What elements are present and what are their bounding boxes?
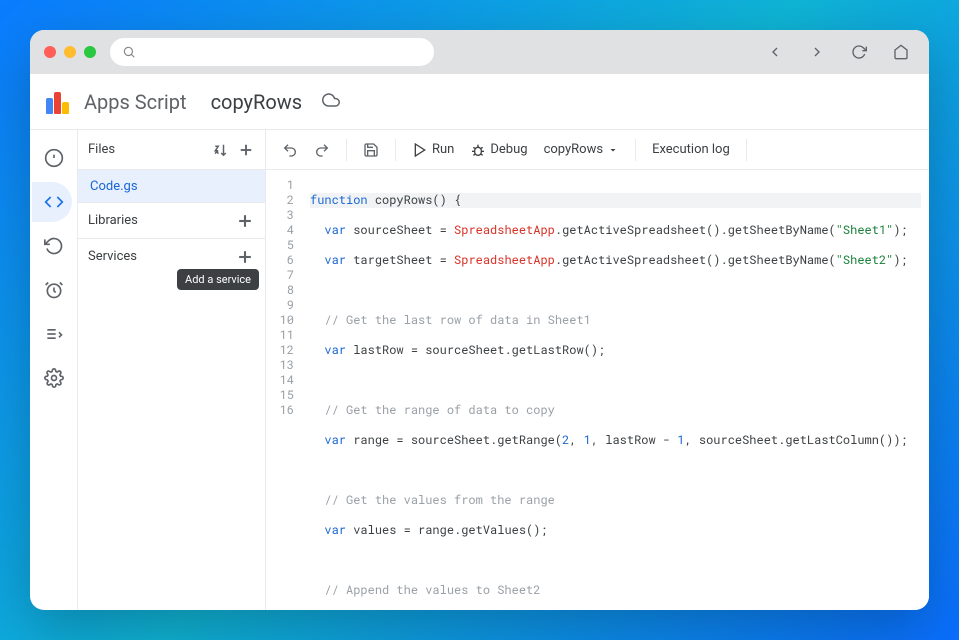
search-icon — [122, 45, 136, 59]
function-selected-label: copyRows — [544, 142, 604, 157]
editor-toolbar: Run Debug copyRows Execution log — [266, 130, 929, 170]
rail-deploy[interactable] — [32, 314, 72, 354]
close-window-button[interactable] — [44, 46, 56, 58]
services-label: Services — [88, 249, 137, 264]
reload-button[interactable] — [845, 38, 873, 66]
files-panel: Files Code.gs Libraries Services Add a s… — [78, 130, 266, 610]
function-select[interactable]: copyRows — [538, 138, 626, 161]
code-editor[interactable]: 12345678910111213141516 function copyRow… — [266, 170, 929, 610]
debug-label: Debug — [490, 142, 527, 157]
nav-forward-button[interactable] — [803, 38, 831, 66]
main-area: Files Code.gs Libraries Services Add a s… — [30, 130, 929, 610]
rail-editor[interactable] — [32, 182, 72, 222]
libraries-section: Libraries — [78, 202, 265, 238]
undo-button[interactable] — [276, 138, 304, 162]
execution-log-button[interactable]: Execution log — [646, 138, 736, 161]
titlebar — [30, 30, 929, 74]
save-button[interactable] — [357, 138, 385, 162]
rail-executions[interactable] — [32, 270, 72, 310]
services-section: Services Add a service — [78, 238, 265, 274]
add-service-icon[interactable] — [235, 247, 255, 267]
maximize-window-button[interactable] — [84, 46, 96, 58]
execution-log-label: Execution log — [652, 142, 730, 157]
add-file-icon[interactable] — [237, 141, 255, 159]
add-service-tooltip: Add a service — [177, 269, 259, 290]
cloud-status-icon — [322, 91, 340, 113]
add-library-icon[interactable] — [235, 211, 255, 231]
nav-rail — [30, 130, 78, 610]
editor-wrap: Run Debug copyRows Execution log 1234567… — [266, 130, 929, 610]
home-button[interactable] — [887, 38, 915, 66]
debug-button[interactable]: Debug — [464, 138, 533, 162]
run-button[interactable]: Run — [406, 138, 460, 162]
file-code-gs[interactable]: Code.gs — [78, 170, 265, 202]
window-controls — [44, 46, 96, 58]
run-label: Run — [432, 142, 454, 157]
minimize-window-button[interactable] — [64, 46, 76, 58]
chevron-down-icon — [607, 144, 619, 156]
libraries-label: Libraries — [88, 213, 138, 228]
app-header: Apps Script copyRows — [30, 74, 929, 130]
rail-triggers[interactable] — [32, 226, 72, 266]
apps-script-logo — [46, 90, 70, 114]
files-header: Files — [78, 130, 265, 170]
project-name[interactable]: copyRows — [211, 90, 303, 114]
file-name-label: Code.gs — [90, 179, 138, 194]
sort-az-icon[interactable] — [213, 141, 231, 159]
redo-button[interactable] — [308, 138, 336, 162]
line-gutter: 12345678910111213141516 — [266, 170, 302, 610]
rail-settings[interactable] — [32, 358, 72, 398]
rail-overview[interactable] — [32, 138, 72, 178]
url-bar[interactable] — [110, 38, 434, 66]
brand-label: Apps Script — [84, 90, 187, 114]
files-label: Files — [88, 142, 115, 157]
nav-back-button[interactable] — [761, 38, 789, 66]
app-window: Apps Script copyRows Files Code.gs — [30, 30, 929, 610]
code-area[interactable]: function copyRows() { var sourceSheet = … — [302, 170, 929, 610]
